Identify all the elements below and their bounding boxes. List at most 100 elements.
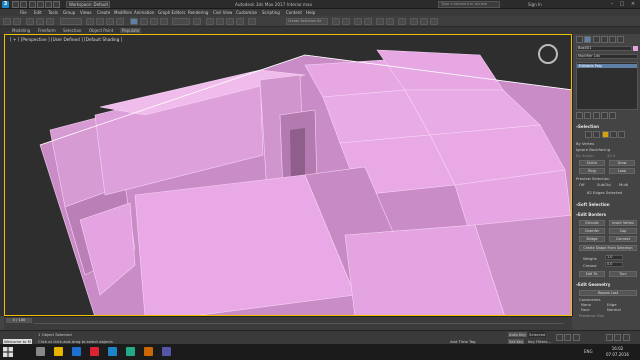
pin-stack-icon[interactable] <box>576 112 583 119</box>
menu-create[interactable]: Create <box>97 10 110 15</box>
motion-tab-icon[interactable] <box>600 36 608 43</box>
align-icon[interactable] <box>342 18 350 25</box>
undo-icon[interactable] <box>3 18 11 25</box>
polygon-mode-icon[interactable] <box>609 131 617 138</box>
crease-spinner[interactable]: 0.0 <box>605 262 623 267</box>
constraint-face-radio[interactable]: Face <box>581 307 590 312</box>
tab-object-paint[interactable]: Object Paint <box>89 28 113 33</box>
configure-modifier-sets-icon[interactable] <box>609 112 617 119</box>
file-explorer-icon[interactable] <box>54 347 63 356</box>
undo-icon[interactable] <box>36 1 44 8</box>
layer-explorer-icon[interactable] <box>364 18 372 25</box>
menu-group[interactable]: Group <box>63 10 75 15</box>
time-slider[interactable]: 0 / 100 <box>6 318 32 323</box>
new-file-icon[interactable] <box>12 1 19 8</box>
select-object-icon[interactable] <box>86 18 94 25</box>
app-icon[interactable] <box>126 347 135 356</box>
close-icon[interactable]: × <box>629 1 637 8</box>
render-setup-icon[interactable] <box>410 18 418 25</box>
hierarchy-tab-icon[interactable] <box>592 36 600 43</box>
3ds-max-taskbar-icon[interactable] <box>108 347 117 356</box>
workspace-dropdown[interactable]: Workspace: Default <box>66 1 110 8</box>
menu-modifiers[interactable]: Modifiers <box>114 10 132 15</box>
viewcube-icon[interactable] <box>538 44 558 64</box>
reference-coordinate-dropdown[interactable] <box>172 18 190 25</box>
redo-icon[interactable] <box>45 1 53 8</box>
selection-rollout-header[interactable]: Selection <box>576 124 599 129</box>
move-icon[interactable] <box>130 18 138 25</box>
schematic-view-icon[interactable] <box>386 18 394 25</box>
mirror-icon[interactable] <box>332 18 340 25</box>
go-to-start-icon[interactable] <box>556 334 563 341</box>
go-to-end-icon[interactable] <box>572 334 580 341</box>
orbit-icon[interactable] <box>614 334 622 341</box>
link-icon[interactable] <box>26 18 34 25</box>
window-crossing-icon[interactable] <box>116 18 124 25</box>
by-vertex-checkbox[interactable]: By Vertex <box>576 141 594 146</box>
object-name-field[interactable]: Box001 <box>576 46 632 51</box>
weight-spinner[interactable]: 1.0 <box>605 255 623 260</box>
angle-snap-icon[interactable] <box>216 18 224 25</box>
project-folder-icon[interactable] <box>53 1 61 8</box>
edit-geometry-rollout-header[interactable]: Edit Geometry <box>576 282 610 287</box>
render-production-icon[interactable] <box>430 18 438 25</box>
scale-icon[interactable] <box>150 18 158 25</box>
bind-space-warp-icon[interactable] <box>46 18 54 25</box>
repeat-last-button[interactable]: Repeat Last <box>579 290 637 296</box>
insert-vertex-button[interactable]: Insert Vertex <box>609 220 637 226</box>
chamfer-button[interactable]: Chamfer <box>579 228 605 234</box>
modify-tab-icon[interactable] <box>584 36 592 43</box>
ring-button[interactable]: Ring <box>579 168 605 174</box>
maximize-icon[interactable]: □ <box>618 1 626 8</box>
menu-file[interactable]: File <box>20 10 27 15</box>
rotate-icon[interactable] <box>140 18 148 25</box>
curve-editor-icon[interactable] <box>376 18 384 25</box>
grow-button[interactable]: Grow <box>609 160 635 166</box>
tab-freeform[interactable]: Freeform <box>38 28 56 33</box>
rendered-frame-window-icon[interactable] <box>420 18 428 25</box>
preserve-uvs-checkbox[interactable]: Preserve UVs <box>579 313 604 318</box>
cap-button[interactable]: Cap <box>609 228 637 234</box>
preview-subobj-radio[interactable]: SubObj <box>597 182 611 187</box>
bridge-button[interactable]: Bridge <box>579 236 605 242</box>
auto-key-button[interactable]: Auto Key <box>508 332 527 337</box>
selection-filter-dropdown[interactable] <box>60 18 82 25</box>
ignore-backfacing-checkbox[interactable]: Ignore Backfacing <box>576 147 610 152</box>
tool-icon[interactable] <box>162 347 171 356</box>
redo-icon[interactable] <box>13 18 21 25</box>
stack-item-editable-poly[interactable]: Editable Poly <box>577 64 637 68</box>
rectangle-selection-icon[interactable] <box>106 18 114 25</box>
zoom-icon[interactable] <box>606 334 613 341</box>
soft-selection-rollout-header[interactable]: Soft Selection <box>576 202 610 207</box>
task-view-icon[interactable] <box>36 347 45 356</box>
menu-customize[interactable]: Customize <box>236 10 257 15</box>
border-mode-icon[interactable] <box>601 131 609 138</box>
scene-explorer-icon[interactable] <box>354 18 362 25</box>
menu-animation[interactable]: Animation <box>134 10 154 15</box>
spinner-snap-icon[interactable] <box>236 18 244 25</box>
menu-content[interactable]: Content <box>286 10 302 15</box>
constraint-normal-radio[interactable]: Normal <box>607 307 621 312</box>
select-by-name-icon[interactable] <box>96 18 104 25</box>
menu-rendering[interactable]: Rendering <box>188 10 208 15</box>
perspective-viewport[interactable] <box>4 34 572 316</box>
create-tab-icon[interactable] <box>576 36 583 43</box>
unlink-icon[interactable] <box>36 18 44 25</box>
named-selection-set-dropdown[interactable]: Create Selection Se <box>286 18 328 25</box>
minimize-icon[interactable]: – <box>608 1 616 8</box>
app-logo-icon[interactable]: 3 <box>2 1 9 8</box>
search-input[interactable]: Type a keyword or phrase <box>438 1 500 8</box>
percent-snap-icon[interactable] <box>226 18 234 25</box>
save-file-icon[interactable] <box>28 1 36 8</box>
menu-scripting[interactable]: Scripting <box>262 10 280 15</box>
edit-tri-button[interactable]: Edit Tri. <box>579 271 605 277</box>
menu-views[interactable]: Views <box>80 10 92 15</box>
edge-mode-icon[interactable] <box>593 131 601 138</box>
turn-button[interactable]: Turn <box>609 271 637 277</box>
menu-graph-editors[interactable]: Graph Editors <box>158 10 185 15</box>
element-mode-icon[interactable] <box>618 131 626 138</box>
clock[interactable]: 16:02 07.07.2016 <box>606 346 629 358</box>
menu-edit[interactable]: Edit <box>34 10 42 15</box>
open-file-icon[interactable] <box>20 1 28 8</box>
modifier-list-dropdown[interactable]: Modifier List <box>576 54 638 59</box>
